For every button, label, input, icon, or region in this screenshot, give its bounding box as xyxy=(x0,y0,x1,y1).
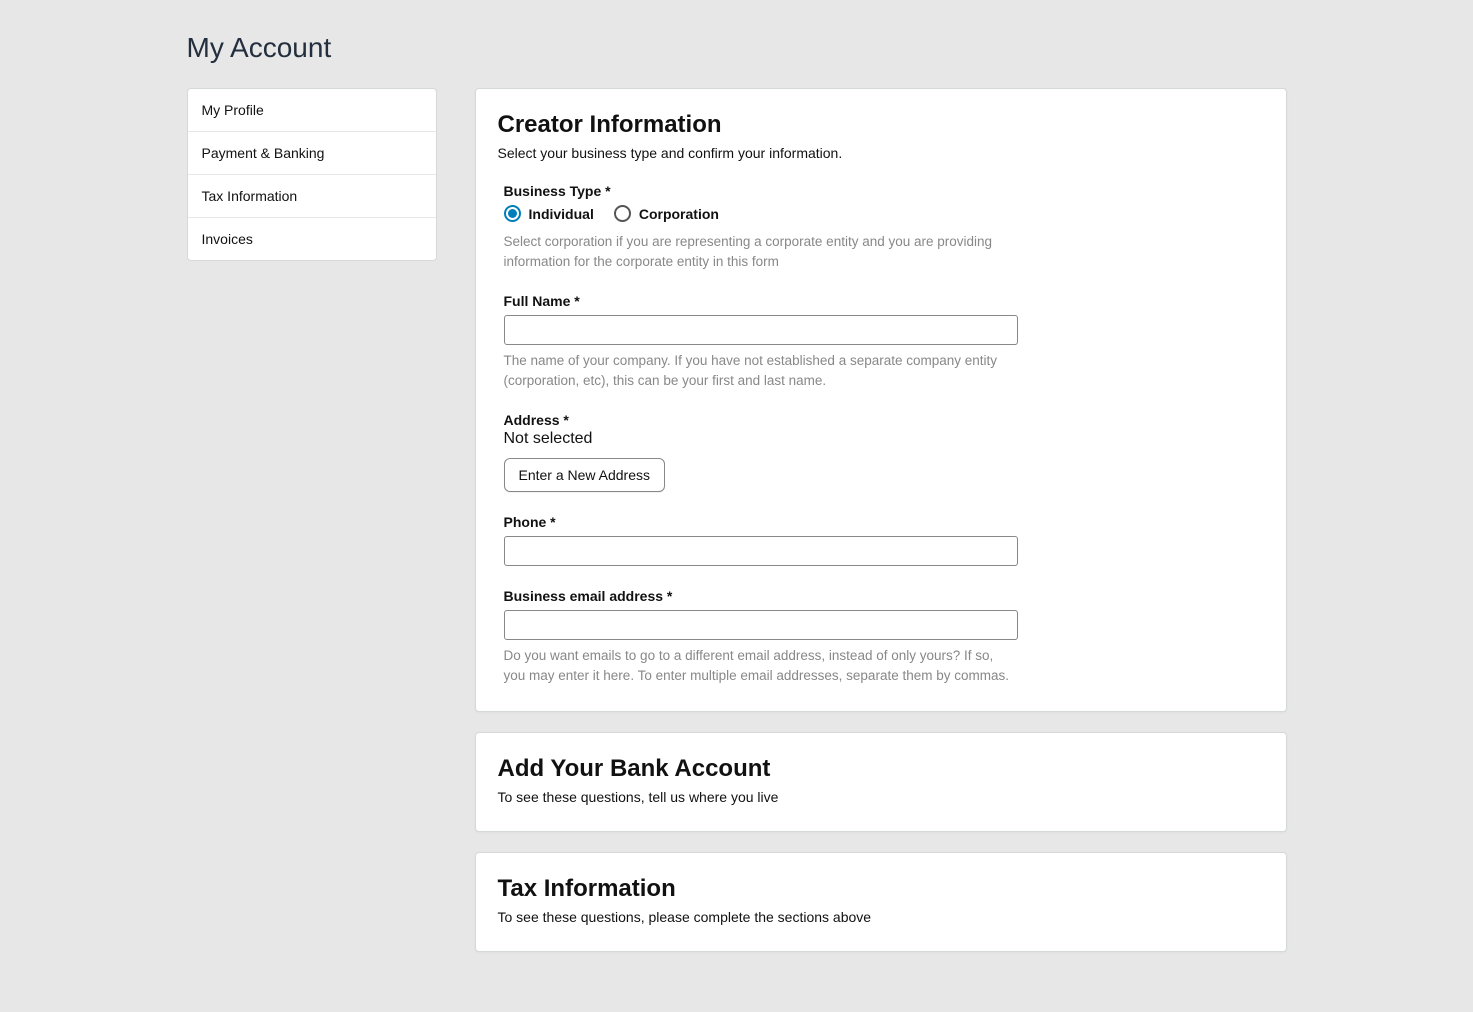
creator-info-subtitle: Select your business type and confirm yo… xyxy=(498,145,1264,161)
bank-account-card: Add Your Bank Account To see these quest… xyxy=(475,732,1287,832)
radio-icon xyxy=(504,205,521,222)
phone-label: Phone * xyxy=(504,514,1018,530)
business-type-label: Business Type * xyxy=(504,183,1018,199)
sidebar-item-my-profile[interactable]: My Profile xyxy=(188,89,436,132)
phone-input[interactable] xyxy=(504,536,1018,566)
business-type-group: Business Type * Individual Corporation xyxy=(504,183,1018,271)
sidebar-item-invoices[interactable]: Invoices xyxy=(188,218,436,260)
full-name-group: Full Name * The name of your company. If… xyxy=(504,293,1018,390)
phone-group: Phone * xyxy=(504,514,1018,566)
tax-subtitle: To see these questions, please complete … xyxy=(498,909,1264,925)
business-email-help: Do you want emails to go to a different … xyxy=(504,646,1018,685)
business-email-label: Business email address * xyxy=(504,588,1018,604)
radio-label: Individual xyxy=(529,206,594,222)
creator-information-card: Creator Information Select your business… xyxy=(475,88,1287,712)
radio-label: Corporation xyxy=(639,206,719,222)
sidebar-item-label: Payment & Banking xyxy=(202,145,325,161)
bank-subtitle: To see these questions, tell us where yo… xyxy=(498,789,1264,805)
business-type-individual-radio[interactable]: Individual xyxy=(504,205,594,222)
address-label: Address * xyxy=(504,412,1018,428)
full-name-help: The name of your company. If you have no… xyxy=(504,351,1018,390)
business-type-corporation-radio[interactable]: Corporation xyxy=(614,205,719,222)
full-name-label: Full Name * xyxy=(504,293,1018,309)
radio-icon xyxy=(614,205,631,222)
sidebar-item-label: Tax Information xyxy=(202,188,298,204)
creator-info-title: Creator Information xyxy=(498,111,1264,139)
enter-new-address-button[interactable]: Enter a New Address xyxy=(504,458,666,492)
sidebar-nav: My Profile Payment & Banking Tax Informa… xyxy=(187,88,437,261)
full-name-input[interactable] xyxy=(504,315,1018,345)
sidebar-item-label: Invoices xyxy=(202,231,253,247)
business-email-group: Business email address * Do you want ema… xyxy=(504,588,1018,685)
main-content: Creator Information Select your business… xyxy=(475,88,1287,972)
address-group: Address * Not selected Enter a New Addre… xyxy=(504,412,1018,492)
page-title: My Account xyxy=(187,32,1287,64)
sidebar-item-tax-information[interactable]: Tax Information xyxy=(188,175,436,218)
address-value: Not selected xyxy=(504,430,1018,448)
sidebar-item-payment-banking[interactable]: Payment & Banking xyxy=(188,132,436,175)
business-type-help: Select corporation if you are representi… xyxy=(504,232,1018,271)
business-email-input[interactable] xyxy=(504,610,1018,640)
tax-title: Tax Information xyxy=(498,875,1264,903)
bank-title: Add Your Bank Account xyxy=(498,755,1264,783)
tax-information-card: Tax Information To see these questions, … xyxy=(475,852,1287,952)
sidebar-item-label: My Profile xyxy=(202,102,264,118)
